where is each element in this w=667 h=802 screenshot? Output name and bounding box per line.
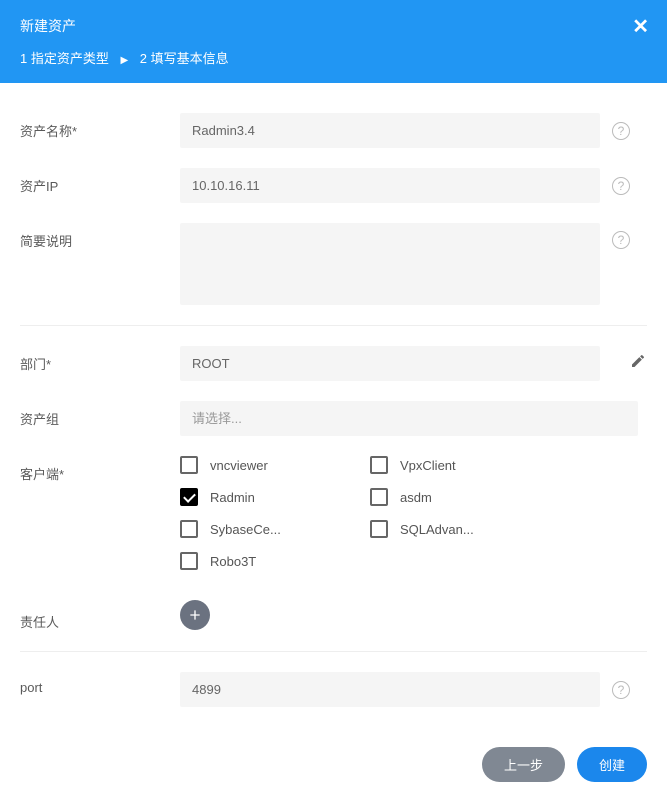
port-input[interactable]	[180, 672, 600, 707]
help-icon[interactable]: ?	[612, 231, 630, 249]
department-field: ROOT	[180, 346, 600, 381]
checkbox-label: VpxClient	[400, 458, 456, 473]
dialog-title: 新建资产	[20, 16, 647, 36]
checkbox-label: SQLAdvan...	[400, 522, 474, 537]
label-asset-ip: 资产IP	[20, 168, 180, 195]
step-2[interactable]: 2 填写基本信息	[140, 51, 229, 66]
label-client: 客户端*	[20, 456, 180, 483]
label-asset-group: 资产组	[20, 401, 180, 428]
checkbox-sybasece[interactable]	[180, 520, 198, 538]
checkbox-label: vncviewer	[210, 458, 268, 473]
label-asset-name: 资产名称*	[20, 113, 180, 140]
asset-name-input[interactable]	[180, 113, 600, 148]
dialog-footer: 上一步 创建	[0, 727, 667, 802]
checkbox-robo3t[interactable]	[180, 552, 198, 570]
prev-button[interactable]: 上一步	[482, 747, 565, 782]
step-separator-icon: ▶	[120, 55, 128, 66]
form-content: 资产名称* ? 资产IP ? 简要说明 ? 部门* ROOT 资产组	[0, 83, 667, 727]
row-asset-ip: 资产IP ?	[20, 158, 647, 213]
row-description: 简要说明 ?	[20, 213, 647, 315]
checkbox-item-radmin: Radmin	[180, 488, 370, 506]
checkbox-item-vpxclient: VpxClient	[370, 456, 560, 474]
divider	[20, 651, 647, 652]
client-checkbox-grid: vncviewer VpxClient Radmin asdm SybaseCe... S…	[180, 456, 620, 584]
checkbox-item-robo3t: Robo3T	[180, 552, 370, 570]
dialog-header: 新建资产 ✕ 1 指定资产类型 ▶ 2 填写基本信息	[0, 0, 667, 83]
help-icon[interactable]: ?	[612, 177, 630, 195]
checkbox-label: Robo3T	[210, 554, 256, 569]
checkbox-vpxclient[interactable]	[370, 456, 388, 474]
label-port: port	[20, 672, 180, 695]
row-department: 部门* ROOT	[20, 336, 647, 391]
checkbox-label: Radmin	[210, 490, 255, 505]
row-asset-name: 资产名称* ?	[20, 103, 647, 158]
help-icon[interactable]: ?	[612, 681, 630, 699]
description-textarea[interactable]	[180, 223, 600, 305]
divider	[20, 325, 647, 326]
checkbox-label: SybaseCe...	[210, 522, 281, 537]
pencil-icon[interactable]	[630, 353, 646, 374]
checkbox-label: asdm	[400, 490, 432, 505]
checkbox-item-asdm: asdm	[370, 488, 560, 506]
label-department: 部门*	[20, 346, 180, 373]
asset-ip-input[interactable]	[180, 168, 600, 203]
checkbox-item-vncviewer: vncviewer	[180, 456, 370, 474]
checkbox-item-sybasece: SybaseCe...	[180, 520, 370, 538]
label-description: 简要说明	[20, 223, 180, 250]
checkbox-item-sqladvan: SQLAdvan...	[370, 520, 560, 538]
row-asset-group: 资产组	[20, 391, 647, 446]
row-port: port ?	[20, 662, 647, 717]
help-icon[interactable]: ?	[612, 122, 630, 140]
row-client: 客户端* vncviewer VpxClient Radmin asdm SybaseC…	[20, 446, 647, 594]
checkbox-vncviewer[interactable]	[180, 456, 198, 474]
create-button[interactable]: 创建	[577, 747, 647, 782]
checkbox-radmin[interactable]	[180, 488, 198, 506]
step-indicator: 1 指定资产类型 ▶ 2 填写基本信息	[20, 48, 647, 67]
close-icon[interactable]: ✕	[632, 14, 649, 39]
asset-group-select[interactable]	[180, 401, 638, 436]
label-owner: 责任人	[20, 604, 180, 631]
row-owner: 责任人	[20, 594, 647, 641]
add-owner-button[interactable]	[180, 600, 210, 630]
checkbox-asdm[interactable]	[370, 488, 388, 506]
checkbox-sqladvan[interactable]	[370, 520, 388, 538]
step-1[interactable]: 1 指定资产类型	[20, 51, 109, 66]
